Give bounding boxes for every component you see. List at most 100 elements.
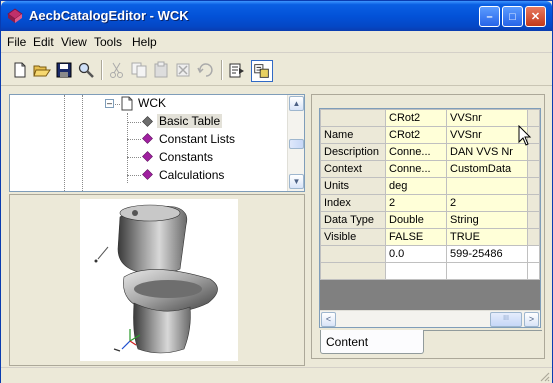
- scroll-left-button[interactable]: <: [321, 312, 336, 327]
- row-header[interactable]: [320, 245, 386, 263]
- row-header[interactable]: Index: [320, 194, 386, 212]
- arrow-up-icon: ▲: [292, 99, 301, 108]
- menu-view[interactable]: View: [61, 35, 87, 49]
- tree-item-constant-lists[interactable]: Constant Lists: [159, 132, 235, 146]
- row-header[interactable]: Description: [320, 143, 386, 161]
- minimize-icon: –: [486, 10, 493, 23]
- toolbar-separator: [221, 60, 223, 80]
- tree-item-basic-table[interactable]: Basic Table: [157, 114, 223, 128]
- table-cell[interactable]: VVSnr: [446, 126, 528, 144]
- table-row: Context Conne... CustomData: [320, 160, 540, 178]
- table-cell[interactable]: [385, 262, 447, 280]
- table-cell[interactable]: 599-25486: [446, 245, 528, 263]
- table-cell[interactable]: deg: [385, 177, 447, 195]
- status-bar: [1, 367, 552, 383]
- scroll-down-button[interactable]: ▼: [289, 174, 304, 189]
- menu-file[interactable]: File: [7, 35, 26, 49]
- copy-icon[interactable]: [130, 61, 148, 79]
- close-button[interactable]: ✕: [525, 6, 546, 27]
- gutter-cell: [527, 177, 540, 195]
- paste-icon[interactable]: [152, 61, 170, 79]
- menu-edit[interactable]: Edit: [33, 35, 54, 49]
- tab-strip-line: [424, 330, 542, 331]
- delete-icon[interactable]: [174, 61, 192, 79]
- tree-vertical-scrollbar[interactable]: ▲ ▼: [287, 95, 304, 191]
- tree-root-label[interactable]: WCK: [138, 96, 166, 110]
- app-window: AecbCatalogEditor - WCK – □ ✕ File Edit …: [0, 0, 553, 383]
- table-cell[interactable]: 0.0: [385, 245, 447, 263]
- tab-content[interactable]: Content: [320, 330, 424, 354]
- tree-item-constants[interactable]: Constants: [159, 150, 213, 164]
- table-cell[interactable]: [446, 262, 528, 280]
- grid-horizontal-scrollbar[interactable]: < III >: [320, 310, 540, 327]
- window-title: AecbCatalogEditor - WCK: [29, 8, 189, 23]
- scroll-thumb[interactable]: [289, 139, 304, 149]
- gutter-cell: [527, 245, 540, 263]
- scroll-right-button[interactable]: >: [524, 312, 539, 327]
- table-diamond-icon: [142, 169, 153, 180]
- table-cell[interactable]: String: [446, 211, 528, 229]
- table-diamond-icon: [142, 116, 153, 127]
- row-header[interactable]: Name: [320, 126, 386, 144]
- table-cell[interactable]: 2: [385, 194, 447, 212]
- scroll-up-button[interactable]: ▲: [289, 96, 304, 111]
- menu-help[interactable]: Help: [132, 35, 157, 49]
- row-header[interactable]: Visible: [320, 228, 386, 246]
- table-row: Units deg: [320, 177, 540, 195]
- row-header[interactable]: Context: [320, 160, 386, 178]
- row-header[interactable]: Units: [320, 177, 386, 195]
- undo-icon[interactable]: [196, 61, 214, 79]
- content-grid[interactable]: CRot2 VVSnr Name CRot2 VVSnr Description…: [319, 108, 541, 328]
- catalog-tree[interactable]: – WCK Basic Table Constant Lists Constan…: [9, 94, 305, 192]
- toolbar: [1, 54, 552, 86]
- table-cell[interactable]: Double: [385, 211, 447, 229]
- row-header[interactable]: [320, 262, 386, 280]
- table-cell[interactable]: [446, 177, 528, 195]
- table-cell[interactable]: Conne...: [385, 160, 447, 178]
- toggle-view-icon[interactable]: [251, 60, 273, 82]
- table-cell[interactable]: Conne...: [385, 143, 447, 161]
- tree-guide-line: [127, 157, 141, 158]
- tree-guide-line: [127, 175, 141, 176]
- resize-grip-icon[interactable]: [538, 370, 550, 382]
- scroll-thumb[interactable]: III: [490, 312, 522, 327]
- save-icon[interactable]: [55, 61, 73, 79]
- collapse-toggle[interactable]: –: [105, 99, 114, 108]
- find-icon[interactable]: [77, 61, 95, 79]
- title-bar[interactable]: AecbCatalogEditor - WCK – □ ✕: [1, 1, 552, 31]
- table-row: [320, 262, 540, 280]
- table-cell[interactable]: CRot2: [385, 126, 447, 144]
- content-panel: CRot2 VVSnr Name CRot2 VVSnr Description…: [311, 94, 545, 359]
- table-row: Visible FALSE TRUE: [320, 228, 540, 246]
- table-cell[interactable]: CustomData: [446, 160, 528, 178]
- arrow-left-icon: <: [325, 314, 332, 324]
- row-header[interactable]: Data Type: [320, 211, 386, 229]
- data-table: CRot2 VVSnr Name CRot2 VVSnr Description…: [320, 109, 540, 280]
- gutter-cell: [527, 194, 540, 212]
- gutter-cell: [527, 109, 540, 127]
- properties-icon[interactable]: [228, 61, 246, 79]
- grip-icon: III: [503, 315, 509, 322]
- tree-guide-line: [127, 122, 141, 123]
- gutter-cell: [527, 211, 540, 229]
- menu-tools[interactable]: Tools: [94, 35, 122, 49]
- cut-icon[interactable]: [108, 61, 126, 79]
- corner-cell: [320, 109, 386, 127]
- gutter-cell: [527, 228, 540, 246]
- tree-item-calculations[interactable]: Calculations: [159, 168, 224, 182]
- open-icon[interactable]: [33, 61, 51, 79]
- column-header[interactable]: CRot2: [385, 109, 447, 127]
- gutter-cell: [527, 160, 540, 178]
- table-row: 0.0 599-25486: [320, 245, 540, 263]
- new-icon[interactable]: [11, 61, 29, 79]
- table-row: Name CRot2 VVSnr: [320, 126, 540, 144]
- table-cell[interactable]: DAN VVS Nr: [446, 143, 528, 161]
- table-cell[interactable]: 2: [446, 194, 528, 212]
- maximize-button[interactable]: □: [502, 6, 523, 27]
- minimize-button[interactable]: –: [479, 6, 500, 27]
- tree-guide-line: [127, 113, 128, 183]
- table-diamond-icon: [142, 151, 153, 162]
- table-cell[interactable]: FALSE: [385, 228, 447, 246]
- table-cell[interactable]: TRUE: [446, 228, 528, 246]
- column-header[interactable]: VVSnr: [446, 109, 528, 127]
